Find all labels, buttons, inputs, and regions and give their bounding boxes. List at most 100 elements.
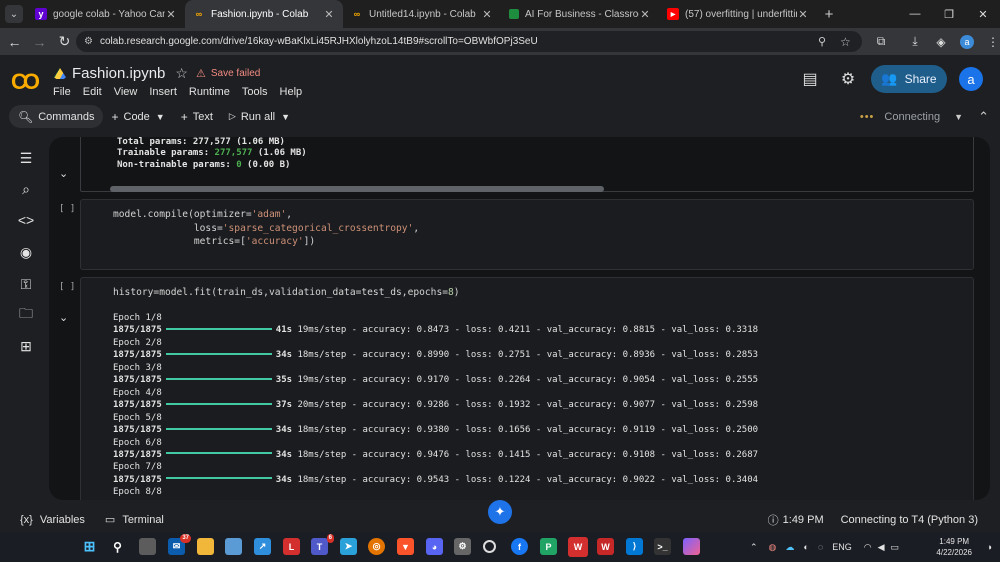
run-cell-button[interactable]: [ ]: [59, 282, 75, 292]
search-icon[interactable]: ⚲: [109, 538, 126, 555]
settings-gear-icon[interactable]: ⚙: [829, 69, 867, 89]
extensions-icon[interactable]: ⧉: [868, 34, 894, 49]
tray-app-icon[interactable]: ◍: [769, 542, 777, 553]
notebook-name[interactable]: Fashion.ipynb: [72, 65, 165, 82]
horizontal-scrollbar[interactable]: [110, 186, 604, 192]
bookmark-star-icon[interactable]: ☆: [840, 35, 862, 49]
copilot-icon[interactable]: [683, 538, 700, 555]
data-table-icon[interactable]: ⊞: [17, 337, 35, 355]
minimize-icon[interactable]: —: [898, 0, 932, 28]
browser-tab-classroom[interactable]: AI For Business - Classroom ✕: [501, 0, 659, 28]
colab-logo[interactable]: CO: [11, 69, 40, 95]
account-avatar[interactable]: a: [959, 67, 983, 91]
add-text-button[interactable]: + Text: [173, 105, 221, 128]
back-icon[interactable]: ←: [2, 34, 27, 50]
secrets-eye-icon[interactable]: ◉: [17, 243, 35, 261]
notebook-main[interactable]: ⌄ Total params: 277,577 (1.06 MB) Traina…: [49, 137, 990, 500]
comments-icon[interactable]: ▤: [791, 69, 829, 89]
store-icon[interactable]: [225, 538, 242, 555]
share-button[interactable]: 👥 Share: [871, 65, 947, 93]
gemini-sparkle-button[interactable]: ✦: [488, 500, 512, 524]
variables-button[interactable]: {x} Variables: [20, 514, 85, 526]
file-explorer-icon[interactable]: [197, 538, 214, 555]
more-options-icon[interactable]: ⌃: [978, 105, 989, 128]
compile-line-3[interactable]: metrics=['accuracy']): [113, 235, 315, 249]
tab-search-icon[interactable]: ⌄: [5, 5, 23, 23]
run-all-button[interactable]: ▷ Run all ▼: [221, 105, 298, 128]
settings-icon[interactable]: ⚙: [454, 538, 471, 555]
code-snippets-icon[interactable]: <>: [17, 211, 35, 229]
browser-tab-youtube[interactable]: ▶ (57) overfitting | underfitting | M ✕: [659, 0, 817, 28]
terminal-app-icon[interactable]: >_: [654, 538, 671, 555]
omnibox[interactable]: ⚙ colab.research.google.com/drive/16kay-…: [76, 31, 862, 52]
menu-insert[interactable]: Insert: [149, 86, 177, 98]
key-icon[interactable]: ⚿: [17, 275, 35, 293]
close-tab-icon[interactable]: ✕: [639, 8, 651, 21]
zoom-icon[interactable]: ⚲: [818, 35, 840, 48]
site-info-icon[interactable]: ⚙: [84, 36, 100, 47]
chevron-down-icon[interactable]: ▼: [156, 112, 165, 122]
discord-icon[interactable]: ◕: [426, 538, 443, 555]
wps-icon[interactable]: W: [597, 538, 614, 555]
menu-tools[interactable]: Tools: [242, 86, 268, 98]
compile-line-1[interactable]: model.compile(optimizer='adam',: [113, 208, 292, 222]
close-tab-icon[interactable]: ✕: [165, 8, 177, 21]
menu-file[interactable]: File: [53, 86, 71, 98]
forward-icon[interactable]: →: [27, 34, 52, 50]
taskbar-clock[interactable]: 1:49 PM 4/22/2026: [936, 536, 972, 558]
battery-icon[interactable]: ▭: [891, 542, 900, 553]
telegram-icon[interactable]: ➤: [340, 538, 357, 555]
collapse-output-chevron-icon[interactable]: ⌄: [59, 311, 68, 324]
url-text[interactable]: colab.research.google.com/drive/16kay-wB…: [100, 36, 818, 47]
shield-icon[interactable]: ◈: [928, 35, 954, 49]
runtime-status[interactable]: Connecting to T4 (Python 3): [841, 514, 978, 526]
language-indicator[interactable]: ENG: [832, 542, 852, 552]
teams-icon[interactable]: T6: [311, 534, 334, 555]
files-folder-icon[interactable]: 🗀: [17, 305, 35, 324]
fit-code-line[interactable]: history=model.fit(train_ds,validation_da…: [113, 286, 460, 300]
chevron-down-icon[interactable]: ▼: [281, 112, 290, 122]
threads-icon[interactable]: [483, 540, 496, 553]
vscode-icon[interactable]: ⟩: [626, 538, 643, 555]
chevron-up-icon[interactable]: ⌃: [750, 542, 758, 553]
browser-tab-untitled14[interactable]: ∞ Untitled14.ipynb - Colab ✕: [343, 0, 501, 28]
menu-view[interactable]: View: [114, 86, 138, 98]
collapse-output-chevron-icon[interactable]: ⌄: [59, 167, 68, 180]
volume-icon[interactable]: ◀: [878, 542, 885, 553]
restore-icon[interactable]: ❐: [932, 0, 966, 28]
connection-status[interactable]: ••• Connecting ▼: [860, 105, 963, 128]
add-code-button[interactable]: + Code ▼: [103, 105, 172, 128]
windows-start-icon[interactable]: ⊞: [81, 538, 98, 555]
table-of-contents-icon[interactable]: ☰: [17, 149, 35, 167]
pycharm-icon[interactable]: P: [540, 538, 557, 555]
close-tab-icon[interactable]: ✕: [797, 8, 809, 21]
star-icon[interactable]: ☆: [175, 65, 188, 82]
reload-icon[interactable]: ↻: [52, 33, 77, 50]
find-replace-icon[interactable]: ⌕: [17, 180, 35, 198]
onedrive-icon[interactable]: ☁: [785, 542, 794, 553]
wifi-icon[interactable]: ◠: [864, 542, 872, 553]
profile-avatar[interactable]: a: [960, 34, 974, 49]
browser-tab-fashion[interactable]: ∞ Fashion.ipynb - Colab ✕: [185, 0, 343, 28]
app-l-icon[interactable]: L: [283, 538, 300, 555]
task-view-icon[interactable]: [139, 538, 156, 555]
terminal-button[interactable]: ▭ Terminal: [105, 513, 164, 527]
facebook-icon[interactable]: f: [511, 538, 528, 555]
execution-time[interactable]: 1:49 PM: [783, 514, 824, 526]
notification-icon[interactable]: ◑: [987, 532, 992, 562]
chrome-icon[interactable]: ◎: [368, 538, 385, 555]
kebab-menu-icon[interactable]: ⋮: [980, 35, 1000, 49]
tray-app2-icon[interactable]: ◐: [803, 542, 808, 552]
close-tab-icon[interactable]: ✕: [323, 8, 335, 21]
menu-edit[interactable]: Edit: [83, 86, 102, 98]
drive-icon[interactable]: [54, 68, 66, 79]
save-status[interactable]: Save failed: [211, 68, 260, 79]
close-tab-icon[interactable]: ✕: [481, 8, 493, 21]
download-icon[interactable]: ⤓: [902, 34, 928, 49]
commands-button[interactable]: 🔍︎ Commands: [9, 105, 104, 128]
fit-code-cell[interactable]: [80, 277, 974, 500]
app-icon[interactable]: ↗: [254, 538, 271, 555]
menu-help[interactable]: Help: [280, 86, 303, 98]
chevron-down-icon[interactable]: ▼: [954, 112, 963, 122]
close-window-icon[interactable]: ✕: [966, 0, 1000, 28]
